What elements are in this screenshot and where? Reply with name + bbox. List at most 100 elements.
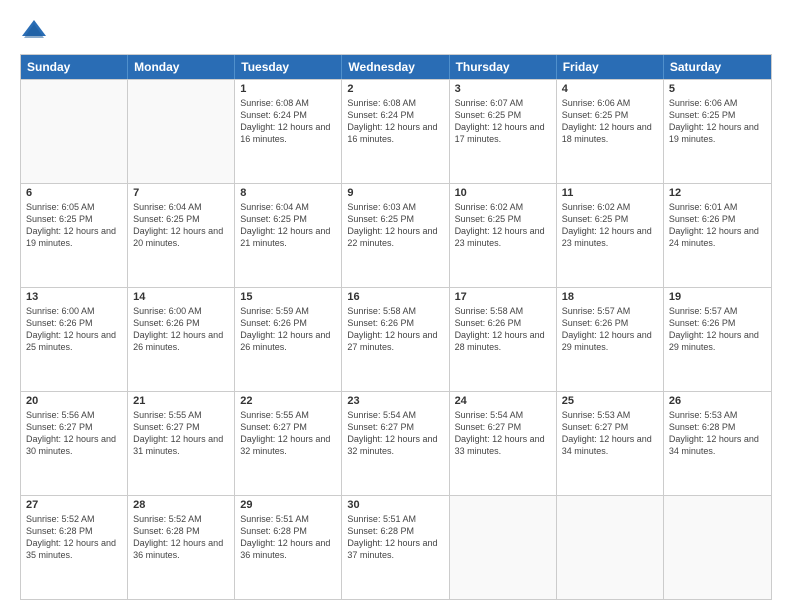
day-cell-17: 17 Sunrise: 5:58 AM Sunset: 6:26 PM Dayli…	[450, 288, 557, 391]
day-info: Sunrise: 6:04 AM Sunset: 6:25 PM Dayligh…	[133, 201, 229, 250]
day-number: 1	[240, 83, 336, 95]
day-cell-18: 18Sunrise: 5:57 AM Sunset: 6:26 PM Dayli…	[557, 288, 664, 391]
day-number: 8	[240, 187, 336, 199]
header-day-thursday: Thursday	[450, 55, 557, 79]
day-cell-14: 14 Sunrise: 6:00 AM Sunset: 6:26 PM Dayli…	[128, 288, 235, 391]
day-info: Sunrise: 5:59 AM Sunset: 6:26 PM Dayligh…	[240, 305, 336, 354]
week-row-0: 1 Sunrise: 6:08 AM Sunset: 6:24 PM Daylig…	[21, 79, 771, 183]
header-day-monday: Monday	[128, 55, 235, 79]
day-cell-20: 20 Sunrise: 5:56 AM Sunset: 6:27 PM Dayli…	[21, 392, 128, 495]
day-cell-29: 29 Sunrise: 5:51 AM Sunset: 6:28 PM Dayli…	[235, 496, 342, 599]
day-cell-25: 25 Sunrise: 5:53 AM Sunset: 6:27 PM Dayli…	[557, 392, 664, 495]
day-info: Sunrise: 5:51 AM Sunset: 6:28 PM Dayligh…	[347, 513, 443, 562]
day-cell-30: 30 Sunrise: 5:51 AM Sunset: 6:28 PM Dayli…	[342, 496, 449, 599]
day-number: 17	[455, 291, 551, 303]
day-cell-13: 13Sunrise: 6:00 AM Sunset: 6:26 PM Dayli…	[21, 288, 128, 391]
calendar: SundayMondayTuesdayWednesdayThursdayFrid…	[20, 54, 772, 600]
header-day-friday: Friday	[557, 55, 664, 79]
day-number: 23	[347, 395, 443, 407]
day-info: Sunrise: 5:58 AM Sunset: 6:26 PM Dayligh…	[347, 305, 443, 354]
day-number: 27	[26, 499, 122, 511]
logo	[20, 16, 52, 44]
day-info: Sunrise: 6:04 AM Sunset: 6:25 PM Dayligh…	[240, 201, 336, 250]
day-number: 14	[133, 291, 229, 303]
day-info: Sunrise: 5:54 AM Sunset: 6:27 PM Dayligh…	[347, 409, 443, 458]
day-info: Sunrise: 6:00 AM Sunset: 6:26 PM Dayligh…	[26, 305, 122, 354]
day-cell-26: 26Sunrise: 5:53 AM Sunset: 6:28 PM Dayli…	[664, 392, 771, 495]
day-cell-2: 2Sunrise: 6:08 AM Sunset: 6:24 PM Daylig…	[342, 80, 449, 183]
day-info: Sunrise: 6:08 AM Sunset: 6:24 PM Dayligh…	[240, 97, 336, 146]
day-cell-15: 15 Sunrise: 5:59 AM Sunset: 6:26 PM Dayli…	[235, 288, 342, 391]
empty-cell	[450, 496, 557, 599]
day-number: 9	[347, 187, 443, 199]
day-cell-1: 1 Sunrise: 6:08 AM Sunset: 6:24 PM Daylig…	[235, 80, 342, 183]
day-number: 29	[240, 499, 336, 511]
day-info: Sunrise: 5:58 AM Sunset: 6:26 PM Dayligh…	[455, 305, 551, 354]
day-info: Sunrise: 5:55 AM Sunset: 6:27 PM Dayligh…	[240, 409, 336, 458]
week-row-1: 6 Sunrise: 6:05 AM Sunset: 6:25 PM Daylig…	[21, 183, 771, 287]
day-info: Sunrise: 6:06 AM Sunset: 6:25 PM Dayligh…	[562, 97, 658, 146]
day-info: Sunrise: 6:07 AM Sunset: 6:25 PM Dayligh…	[455, 97, 551, 146]
day-info: Sunrise: 5:51 AM Sunset: 6:28 PM Dayligh…	[240, 513, 336, 562]
day-info: Sunrise: 6:06 AM Sunset: 6:25 PM Dayligh…	[669, 97, 766, 146]
day-number: 28	[133, 499, 229, 511]
day-number: 16	[347, 291, 443, 303]
week-row-2: 13Sunrise: 6:00 AM Sunset: 6:26 PM Dayli…	[21, 287, 771, 391]
day-info: Sunrise: 5:56 AM Sunset: 6:27 PM Dayligh…	[26, 409, 122, 458]
day-cell-3: 3 Sunrise: 6:07 AM Sunset: 6:25 PM Daylig…	[450, 80, 557, 183]
day-info: Sunrise: 5:53 AM Sunset: 6:28 PM Dayligh…	[669, 409, 766, 458]
day-info: Sunrise: 5:55 AM Sunset: 6:27 PM Dayligh…	[133, 409, 229, 458]
header-day-wednesday: Wednesday	[342, 55, 449, 79]
day-cell-10: 10 Sunrise: 6:02 AM Sunset: 6:25 PM Dayli…	[450, 184, 557, 287]
day-cell-27: 27 Sunrise: 5:52 AM Sunset: 6:28 PM Dayli…	[21, 496, 128, 599]
page: SundayMondayTuesdayWednesdayThursdayFrid…	[0, 0, 792, 612]
day-info: Sunrise: 6:08 AM Sunset: 6:24 PM Dayligh…	[347, 97, 443, 146]
day-cell-24: 24 Sunrise: 5:54 AM Sunset: 6:27 PM Dayli…	[450, 392, 557, 495]
day-cell-7: 7 Sunrise: 6:04 AM Sunset: 6:25 PM Daylig…	[128, 184, 235, 287]
logo-icon	[20, 16, 48, 44]
header	[20, 16, 772, 44]
day-cell-5: 5 Sunrise: 6:06 AM Sunset: 6:25 PM Daylig…	[664, 80, 771, 183]
day-info: Sunrise: 6:01 AM Sunset: 6:26 PM Dayligh…	[669, 201, 766, 250]
day-number: 12	[669, 187, 766, 199]
empty-cell	[21, 80, 128, 183]
day-info: Sunrise: 6:02 AM Sunset: 6:25 PM Dayligh…	[455, 201, 551, 250]
day-number: 6	[26, 187, 122, 199]
day-number: 15	[240, 291, 336, 303]
day-cell-23: 23 Sunrise: 5:54 AM Sunset: 6:27 PM Dayli…	[342, 392, 449, 495]
day-cell-8: 8 Sunrise: 6:04 AM Sunset: 6:25 PM Daylig…	[235, 184, 342, 287]
day-number: 5	[669, 83, 766, 95]
day-cell-16: 16 Sunrise: 5:58 AM Sunset: 6:26 PM Dayli…	[342, 288, 449, 391]
calendar-header: SundayMondayTuesdayWednesdayThursdayFrid…	[21, 55, 771, 79]
day-info: Sunrise: 6:05 AM Sunset: 6:25 PM Dayligh…	[26, 201, 122, 250]
day-number: 19	[669, 291, 766, 303]
day-cell-9: 9 Sunrise: 6:03 AM Sunset: 6:25 PM Daylig…	[342, 184, 449, 287]
header-day-saturday: Saturday	[664, 55, 771, 79]
header-day-tuesday: Tuesday	[235, 55, 342, 79]
day-cell-21: 21Sunrise: 5:55 AM Sunset: 6:27 PM Dayli…	[128, 392, 235, 495]
day-info: Sunrise: 6:00 AM Sunset: 6:26 PM Dayligh…	[133, 305, 229, 354]
day-info: Sunrise: 5:53 AM Sunset: 6:27 PM Dayligh…	[562, 409, 658, 458]
day-cell-6: 6 Sunrise: 6:05 AM Sunset: 6:25 PM Daylig…	[21, 184, 128, 287]
day-info: Sunrise: 5:54 AM Sunset: 6:27 PM Dayligh…	[455, 409, 551, 458]
day-number: 30	[347, 499, 443, 511]
week-row-4: 27 Sunrise: 5:52 AM Sunset: 6:28 PM Dayli…	[21, 495, 771, 599]
day-number: 11	[562, 187, 658, 199]
day-info: Sunrise: 5:52 AM Sunset: 6:28 PM Dayligh…	[133, 513, 229, 562]
day-info: Sunrise: 6:03 AM Sunset: 6:25 PM Dayligh…	[347, 201, 443, 250]
day-number: 20	[26, 395, 122, 407]
day-info: Sunrise: 5:52 AM Sunset: 6:28 PM Dayligh…	[26, 513, 122, 562]
day-cell-22: 22Sunrise: 5:55 AM Sunset: 6:27 PM Dayli…	[235, 392, 342, 495]
day-cell-28: 28 Sunrise: 5:52 AM Sunset: 6:28 PM Dayli…	[128, 496, 235, 599]
week-row-3: 20 Sunrise: 5:56 AM Sunset: 6:27 PM Dayli…	[21, 391, 771, 495]
day-number: 24	[455, 395, 551, 407]
day-cell-19: 19Sunrise: 5:57 AM Sunset: 6:26 PM Dayli…	[664, 288, 771, 391]
empty-cell	[664, 496, 771, 599]
day-number: 4	[562, 83, 658, 95]
day-number: 25	[562, 395, 658, 407]
day-number: 10	[455, 187, 551, 199]
day-number: 3	[455, 83, 551, 95]
day-number: 7	[133, 187, 229, 199]
day-cell-4: 4 Sunrise: 6:06 AM Sunset: 6:25 PM Daylig…	[557, 80, 664, 183]
empty-cell	[557, 496, 664, 599]
